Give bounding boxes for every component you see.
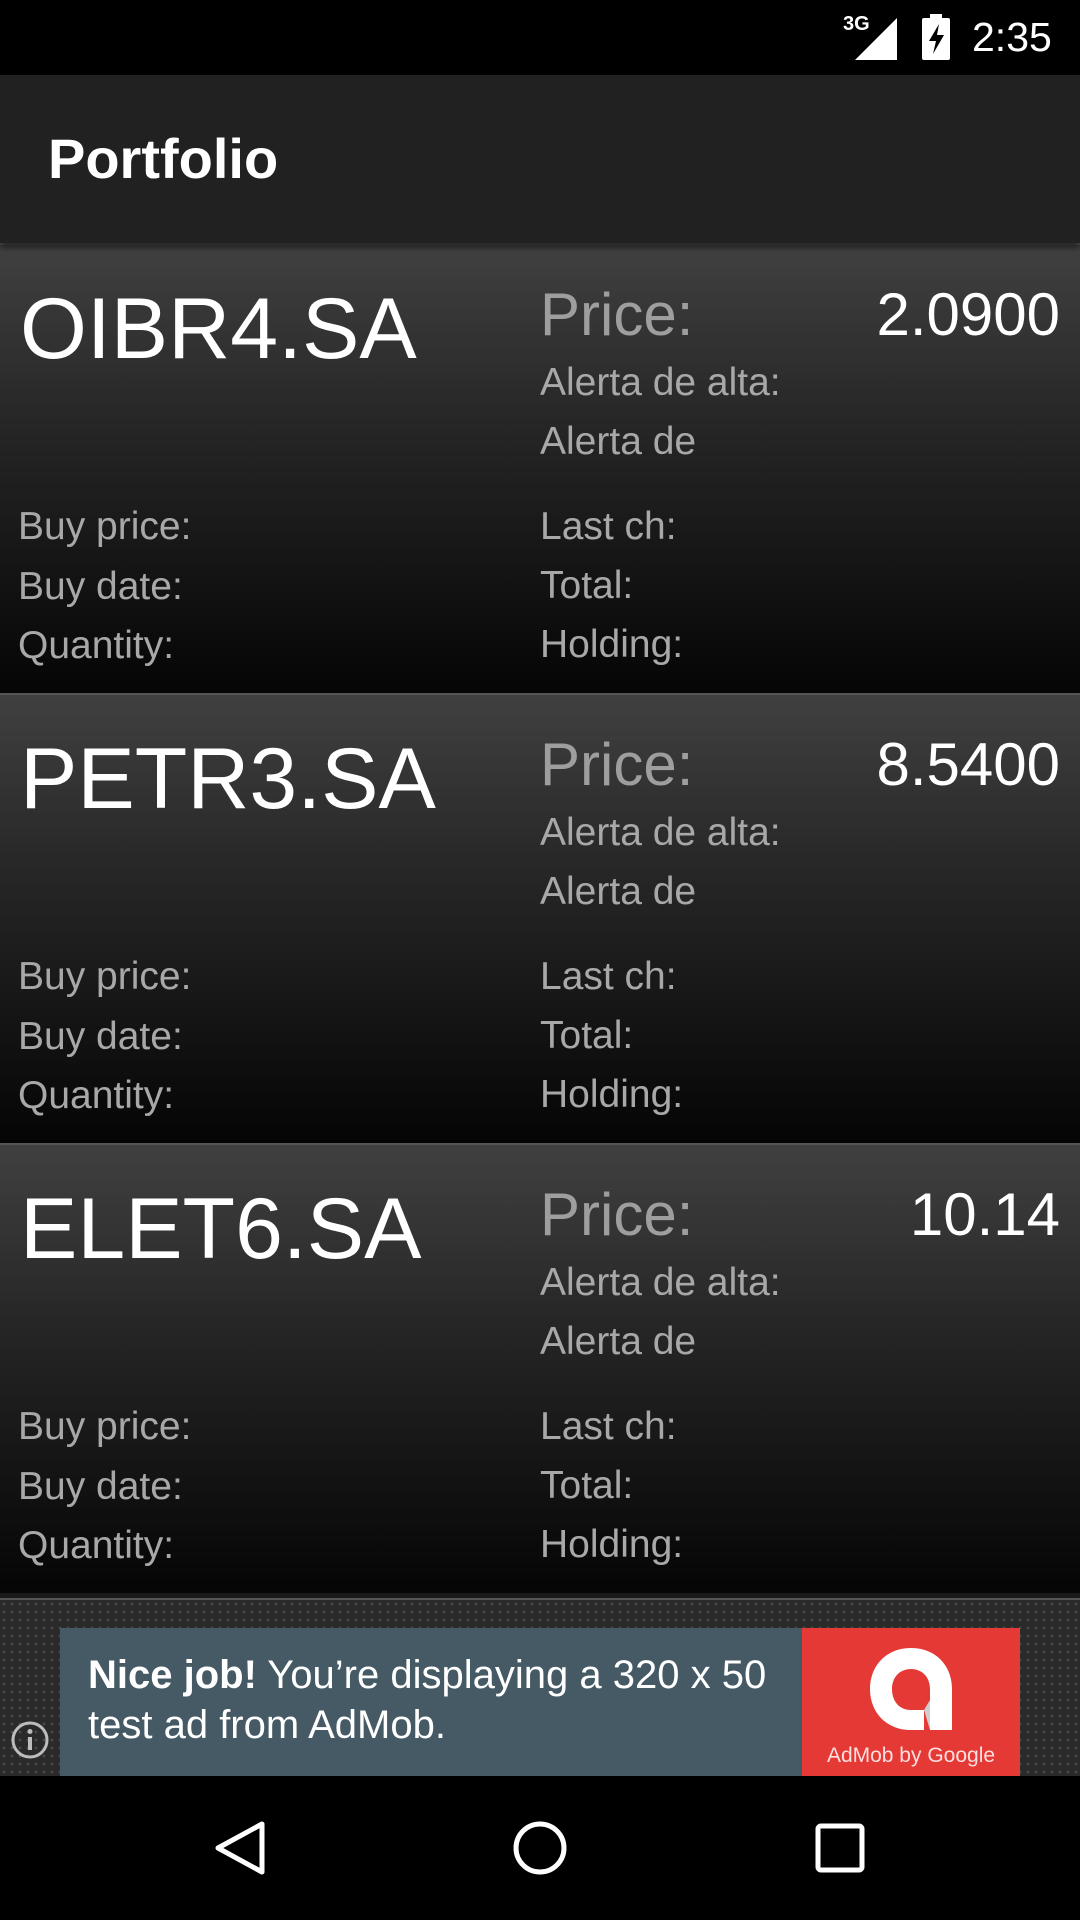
total-label: Total: [540,1464,634,1507]
price-value: 2.0900 [876,281,1060,348]
price-label: Price: [540,1181,694,1248]
total-label: Total: [540,1014,634,1057]
price-value: 8.5400 [876,731,1060,798]
ad-banner[interactable]: Nice job! You’re displaying a 320 x 50 t… [60,1628,1020,1776]
price-label: Price: [540,731,694,798]
quantity-label: Quantity: [18,1074,175,1117]
stock-symbol: PETR3.SA [20,731,436,827]
last-change-label: Last ch: [540,505,677,548]
buy-price-label: Buy price: [18,955,192,998]
ad-area: Nice job! You’re displaying a 320 x 50 t… [0,1598,1080,1776]
buy-price-label: Buy price: [18,505,192,548]
info-icon[interactable] [8,1718,52,1762]
alert-low-label: Alerta de [540,420,697,463]
stock-card[interactable]: PETR3.SA Price: 8.5400 Alerta de alta: A… [0,693,1080,1143]
quantity-label: Quantity: [18,624,175,667]
status-bar: 3G 2:35 [0,0,1080,75]
price-label: Price: [540,281,694,348]
battery-charging-icon [920,14,952,60]
stock-symbol: OIBR4.SA [20,281,417,377]
admob-caption: AdMob by Google [826,1744,996,1767]
clock: 2:35 [972,14,1052,60]
buy-date-label: Buy date: [18,1015,183,1058]
recents-icon[interactable] [800,1808,880,1888]
portfolio-list: OIBR4.SA Price: 2.0900 Alerta de alta: A… [0,243,1080,1593]
holding-label: Holding: [540,1073,684,1116]
buy-date-label: Buy date: [18,1465,183,1508]
price-value: 10.14 [909,1181,1060,1248]
last-change-label: Last ch: [540,1405,677,1448]
page-title: Portfolio [48,127,279,190]
alert-high-label: Alerta de alta: [540,811,781,854]
holding-label: Holding: [540,1523,684,1566]
ad-text: Nice job! You’re displaying a 320 x 50 t… [88,1650,808,1750]
buy-price-label: Buy price: [18,1405,192,1448]
back-icon[interactable] [200,1808,280,1888]
signal-icon: 3G [843,14,899,60]
home-icon[interactable] [500,1808,580,1888]
admob-logo: AdMob by Google [802,1628,1020,1776]
alert-low-label: Alerta de [540,1320,697,1363]
stock-symbol: ELET6.SA [20,1181,422,1277]
total-label: Total: [540,564,634,607]
navigation-bar [0,1776,1080,1920]
quantity-label: Quantity: [18,1524,175,1567]
holding-label: Holding: [540,623,684,666]
ad-headline: Nice job! [88,1653,257,1697]
last-change-label: Last ch: [540,955,677,998]
buy-date-label: Buy date: [18,565,183,608]
stock-card[interactable]: OIBR4.SA Price: 2.0900 Alerta de alta: A… [0,243,1080,693]
app-bar: Portfolio [0,75,1080,243]
admob-logo-icon [870,1648,952,1730]
alert-low-label: Alerta de [540,870,697,913]
stock-card[interactable]: ELET6.SA Price: 10.14 Alerta de alta: Al… [0,1143,1080,1593]
alert-high-label: Alerta de alta: [540,1261,781,1304]
alert-high-label: Alerta de alta: [540,361,781,404]
